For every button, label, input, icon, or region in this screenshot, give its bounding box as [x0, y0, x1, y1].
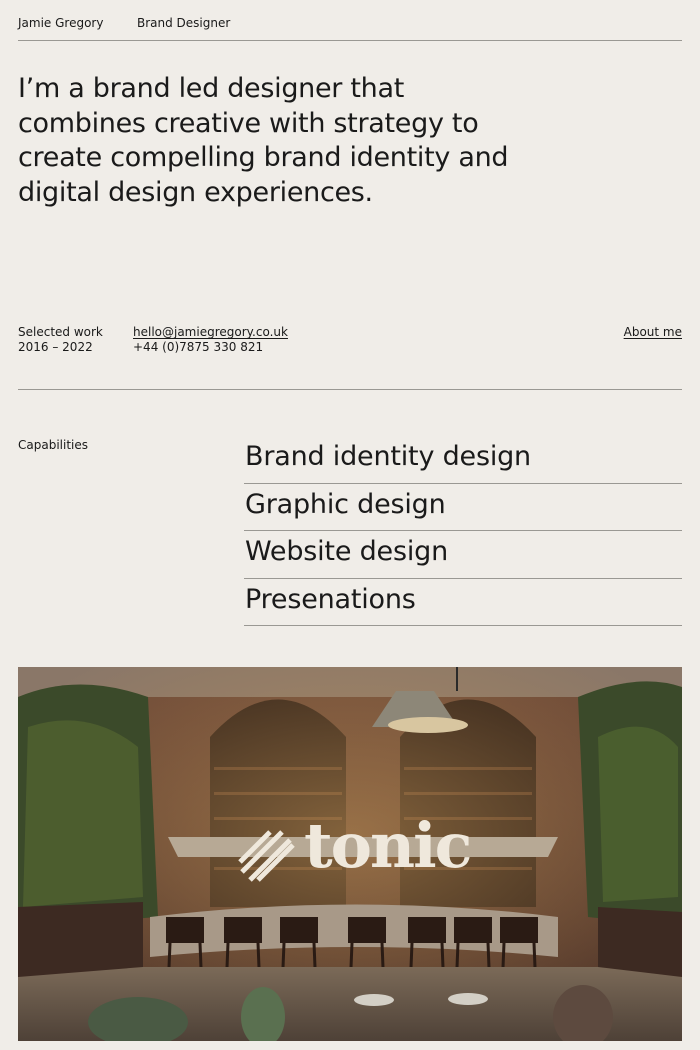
capability-item: Presenations	[244, 579, 682, 627]
intro-statement: I’m a brand led designer that combines c…	[18, 73, 509, 208]
capabilities-label: Capabilities	[18, 438, 88, 452]
site-name[interactable]: Jamie Gregory	[18, 16, 103, 30]
capability-item: Website design	[244, 531, 682, 579]
about-me-link[interactable]: About me	[624, 325, 682, 340]
tonic-logo-text: tonic	[304, 809, 472, 882]
site-role: Brand Designer	[137, 16, 231, 30]
capabilities-list: Brand identity design Graphic design Web…	[244, 436, 682, 627]
top-bar: Jamie Gregory Brand Designer	[18, 0, 682, 41]
capability-item: Brand identity design	[244, 436, 682, 484]
email-link[interactable]: hello@jamiegregory.co.uk	[133, 325, 288, 339]
contact-block: hello@jamiegregory.co.uk +44 (0)7875 330…	[133, 325, 288, 355]
capability-item: Graphic design	[244, 484, 682, 532]
project-image-tonic[interactable]: tonic	[18, 667, 682, 1041]
selected-work-label: Selected work	[18, 325, 103, 339]
selected-work-years: 2016 – 2022	[18, 340, 93, 354]
info-row: Selected work 2016 – 2022 hello@jamiegre…	[18, 325, 682, 390]
phone-number: +44 (0)7875 330 821	[133, 340, 264, 354]
selected-work: Selected work 2016 – 2022	[18, 325, 103, 355]
